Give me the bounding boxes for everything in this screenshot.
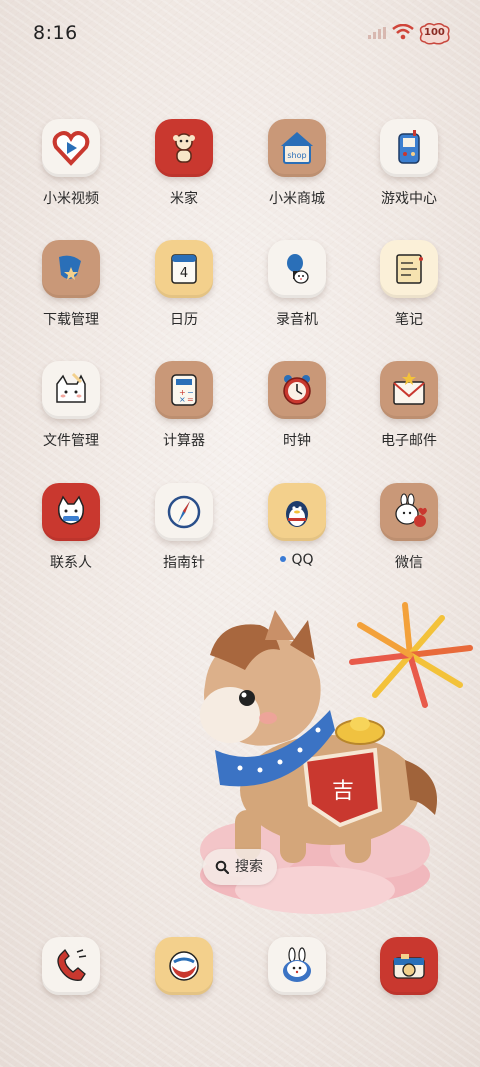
penguin-icon [268, 483, 326, 541]
svg-text:吉: 吉 [332, 779, 354, 804]
battery-level: 100 [424, 27, 445, 38]
app-label: 小米商城 [269, 191, 325, 207]
app-label: 文件管理 [43, 433, 99, 449]
app-email[interactable]: 电子邮件 [359, 361, 459, 450]
app-label: QQ [247, 552, 347, 568]
notification-dot [280, 556, 287, 562]
notepad-icon [380, 240, 438, 298]
app-notes[interactable]: 笔记 [359, 240, 459, 329]
bunny-browser-icon [268, 937, 326, 995]
home-search-button[interactable]: 搜索 [203, 849, 277, 885]
app-mijia[interactable]: 米家 [134, 119, 234, 208]
flower-bear-icon [155, 119, 213, 177]
handheld-console-icon [380, 119, 438, 177]
phone-icon [42, 937, 100, 995]
app-label: 联系人 [50, 555, 92, 571]
svg-text:=: = [187, 395, 194, 404]
app-label: 指南针 [163, 555, 205, 571]
svg-text:×: × [179, 395, 186, 404]
alarm-clock-icon [268, 361, 326, 419]
download-star-icon [42, 240, 100, 298]
app-download-manager[interactable]: 下载管理 [21, 240, 121, 329]
app-label: 日历 [170, 312, 198, 328]
app-label: 游戏中心 [381, 191, 437, 207]
app-label: 计算器 [163, 433, 205, 449]
signal-icon [368, 27, 386, 39]
app-label-text: QQ [291, 552, 314, 568]
app-label: 下载管理 [43, 312, 99, 328]
app-label: 米家 [170, 191, 198, 207]
message-bubble-icon [155, 937, 213, 995]
app-label: 时钟 [283, 433, 311, 449]
svg-text:shop: shop [287, 151, 306, 160]
wifi-icon [392, 24, 414, 40]
search-label: 搜索 [235, 859, 263, 875]
app-clock[interactable]: 时钟 [247, 361, 347, 450]
compass-icon [155, 483, 213, 541]
search-icon [215, 860, 229, 874]
app-wechat[interactable]: 微信 [359, 483, 459, 572]
bunny-chat-icon [380, 483, 438, 541]
app-game-center[interactable]: 游戏中心 [359, 119, 459, 208]
app-label: 笔记 [395, 312, 423, 328]
cat-folder-icon [42, 361, 100, 419]
camera-icon [380, 937, 438, 995]
dock-browser[interactable] [247, 937, 347, 995]
calendar-day: 4 [179, 266, 189, 281]
app-mi-store[interactable]: shop 小米商城 [247, 119, 347, 208]
app-mi-video[interactable]: 小米视频 [21, 119, 121, 208]
app-contacts[interactable]: 联系人 [21, 483, 121, 572]
calendar-icon: 4 [155, 240, 213, 298]
dock-messages[interactable] [134, 937, 234, 995]
app-calculator[interactable]: + − × = 计算器 [134, 361, 234, 450]
dock-camera[interactable] [359, 937, 459, 995]
cat-contact-icon [42, 483, 100, 541]
shop-house-icon: shop [268, 119, 326, 177]
fireworks-decoration [349, 602, 473, 708]
microphone-bunny-icon [268, 240, 326, 298]
app-label: 电子邮件 [381, 433, 437, 449]
app-calendar[interactable]: 4 日历 [134, 240, 234, 329]
app-recorder[interactable]: 录音机 [247, 240, 347, 329]
play-heart-icon [42, 119, 100, 177]
app-qq[interactable]: QQ [247, 483, 347, 568]
calculator-icon: + − × = [155, 361, 213, 419]
app-compass[interactable]: 指南针 [134, 483, 234, 572]
app-label: 微信 [395, 555, 423, 571]
dock-phone[interactable] [21, 937, 121, 995]
status-bar: 8:16 100 [0, 0, 480, 64]
app-file-manager[interactable]: 文件管理 [21, 361, 121, 450]
app-label: 小米视频 [43, 191, 99, 207]
envelope-star-icon [380, 361, 438, 419]
app-label: 录音机 [276, 312, 318, 328]
status-time: 8:16 [33, 22, 78, 44]
